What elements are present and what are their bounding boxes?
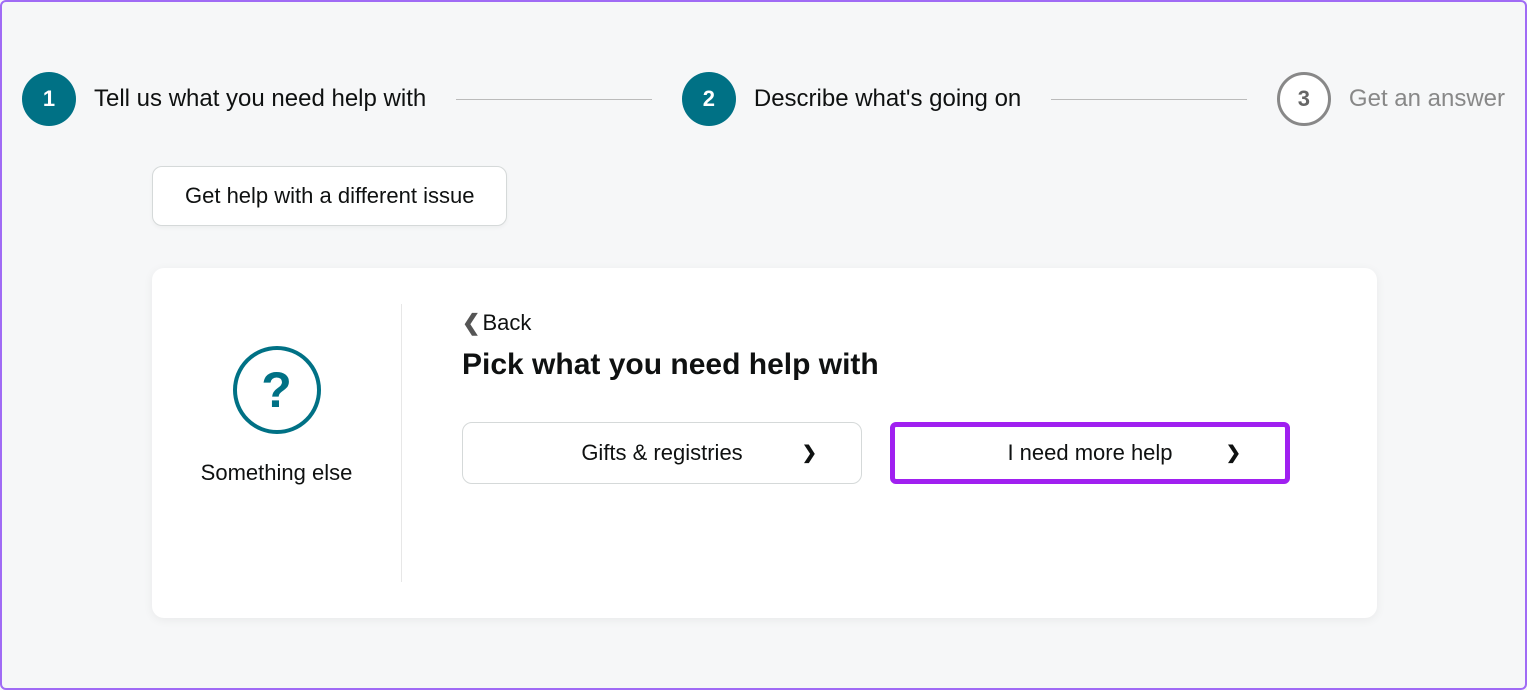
back-label: Back — [482, 310, 531, 336]
chevron-right-icon: ❯ — [802, 443, 817, 464]
step-2: 2 Describe what's going on — [682, 72, 1021, 126]
step-connector — [456, 99, 652, 100]
step-1-badge: 1 — [22, 72, 76, 126]
step-2-badge: 2 — [682, 72, 736, 126]
progress-stepper: 1 Tell us what you need help with 2 Desc… — [2, 2, 1525, 166]
step-connector — [1051, 99, 1247, 100]
option-label: I need more help — [1007, 440, 1172, 466]
step-3-label: Get an answer — [1349, 85, 1505, 113]
chevron-left-icon: ❮ — [462, 310, 480, 336]
option-gifts-registries[interactable]: Gifts & registries ❯ — [462, 422, 862, 484]
step-1: 1 Tell us what you need help with — [22, 72, 426, 126]
different-issue-button[interactable]: Get help with a different issue — [152, 166, 507, 226]
step-1-label: Tell us what you need help with — [94, 85, 426, 113]
step-3-badge: 3 — [1277, 72, 1331, 126]
topic-label: Something else — [201, 460, 353, 486]
chevron-right-icon: ❯ — [1226, 443, 1241, 464]
help-card: ? Something else ❮ Back Pick what you ne… — [152, 268, 1377, 618]
question-mark-icon: ? — [233, 346, 321, 434]
step-2-label: Describe what's going on — [754, 85, 1021, 113]
step-3: 3 Get an answer — [1277, 72, 1505, 126]
option-need-more-help[interactable]: I need more help ❯ — [890, 422, 1290, 484]
options-row: Gifts & registries ❯ I need more help ❯ — [462, 422, 1317, 484]
topic-sidebar: ? Something else — [152, 304, 402, 582]
card-title: Pick what you need help with — [462, 348, 1317, 382]
back-link[interactable]: ❮ Back — [462, 310, 531, 336]
option-label: Gifts & registries — [581, 440, 742, 466]
